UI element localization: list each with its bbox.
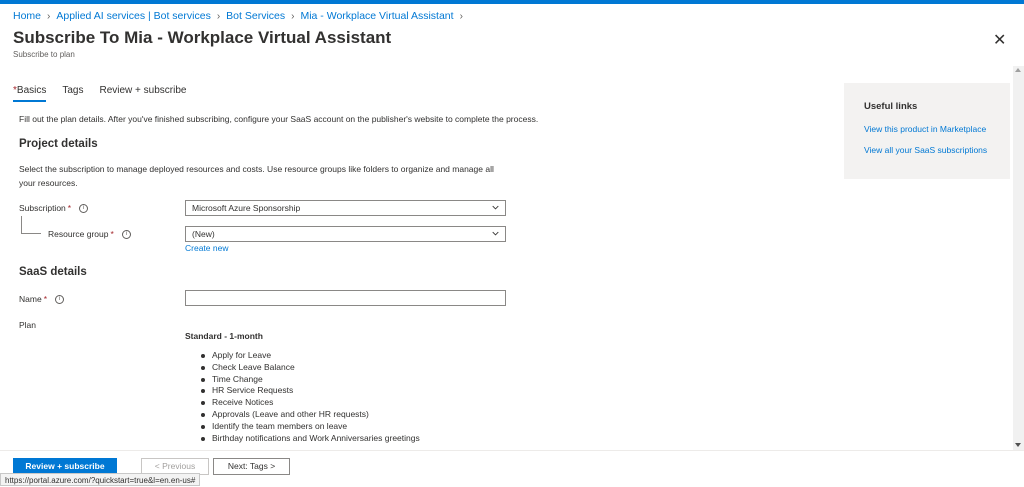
- tab-basics[interactable]: *Basics: [13, 85, 47, 102]
- breadcrumb-mia[interactable]: Mia - Workplace Virtual Assistant: [300, 10, 453, 22]
- name-input[interactable]: [185, 290, 506, 306]
- plan-label: Plan: [19, 320, 37, 330]
- name-label-text: Name: [19, 294, 42, 304]
- tree-connector: [21, 216, 41, 234]
- project-description: Select the subscription to manage deploy…: [19, 164, 494, 188]
- list-item: Approvals (Leave and other HR requests): [200, 409, 420, 421]
- close-icon[interactable]: ✕: [993, 30, 1006, 50]
- scroll-up-icon[interactable]: [1015, 68, 1021, 72]
- resource-group-label-text: Resource group: [48, 229, 109, 239]
- plan-feature-list: Apply for Leave Check Leave Balance Time…: [200, 350, 420, 444]
- page-title: Subscribe To Mia - Workplace Virtual Ass…: [13, 28, 392, 47]
- info-icon[interactable]: i: [121, 229, 131, 239]
- plan-name: Standard - 1-month: [185, 331, 263, 341]
- next-tags-button[interactable]: Next: Tags >: [213, 458, 290, 475]
- list-item: Check Leave Balance: [200, 362, 420, 374]
- required-indicator: *: [43, 294, 47, 304]
- chevron-down-icon: [492, 231, 499, 236]
- required-indicator: *: [110, 229, 114, 239]
- breadcrumb: Home › Applied AI services | Bot service…: [13, 10, 469, 22]
- resource-group-label: Resource group * i: [48, 229, 131, 239]
- breadcrumb-applied-ai[interactable]: Applied AI services | Bot services: [56, 10, 210, 22]
- list-item: Apply for Leave: [200, 350, 420, 362]
- chevron-right-icon: ›: [459, 10, 463, 22]
- tab-review-subscribe[interactable]: Review + subscribe: [99, 85, 186, 102]
- vertical-scrollbar[interactable]: [1013, 66, 1024, 450]
- chevron-right-icon: ›: [47, 10, 51, 22]
- list-item: Receive Notices: [200, 397, 420, 409]
- subscription-value: Microsoft Azure Sponsorship: [192, 203, 301, 213]
- info-icon[interactable]: i: [79, 203, 89, 213]
- subscription-dropdown[interactable]: Microsoft Azure Sponsorship: [185, 200, 506, 216]
- useful-links-panel: Useful links View this product in Market…: [844, 83, 1010, 179]
- status-url: https://portal.azure.com/?quickstart=tru…: [0, 473, 201, 486]
- list-item: Identify the team members on leave: [200, 421, 420, 433]
- chevron-down-icon: [492, 205, 499, 210]
- list-item: HR Service Requests: [200, 385, 420, 397]
- more-options-icon[interactable]: ...: [368, 31, 382, 46]
- page-subtitle: Subscribe to plan: [13, 50, 75, 59]
- chevron-right-icon: ›: [291, 10, 295, 22]
- tab-basics-label: Basics: [16, 85, 47, 96]
- scroll-down-icon[interactable]: [1015, 443, 1021, 447]
- list-item: Time Change: [200, 374, 420, 386]
- resource-group-value: (New): [192, 229, 215, 239]
- subscription-label-text: Subscription: [19, 203, 66, 213]
- breadcrumb-home[interactable]: Home: [13, 10, 41, 22]
- create-new-link[interactable]: Create new: [185, 243, 228, 253]
- intro-text: Fill out the plan details. After you've …: [19, 114, 539, 124]
- saas-subscriptions-link[interactable]: View all your SaaS subscriptions: [864, 145, 990, 155]
- breadcrumb-bot-services[interactable]: Bot Services: [226, 10, 285, 22]
- resource-group-dropdown[interactable]: (New): [185, 226, 506, 242]
- subscription-label: Subscription * i: [19, 203, 89, 213]
- required-indicator: *: [67, 203, 72, 213]
- portal-top-bar: [0, 0, 1024, 4]
- marketplace-link[interactable]: View this product in Marketplace: [864, 124, 990, 134]
- useful-links-heading: Useful links: [864, 101, 918, 112]
- list-item: Birthday notifications and Work Annivers…: [200, 433, 420, 445]
- saas-details-heading: SaaS details: [19, 266, 87, 278]
- project-details-heading: Project details: [19, 138, 98, 150]
- info-icon[interactable]: i: [55, 294, 64, 304]
- name-label: Name * i: [19, 294, 64, 304]
- tab-bar: *Basics Tags Review + subscribe: [13, 85, 202, 102]
- chevron-right-icon: ›: [216, 10, 221, 22]
- tab-tags[interactable]: Tags: [62, 85, 83, 102]
